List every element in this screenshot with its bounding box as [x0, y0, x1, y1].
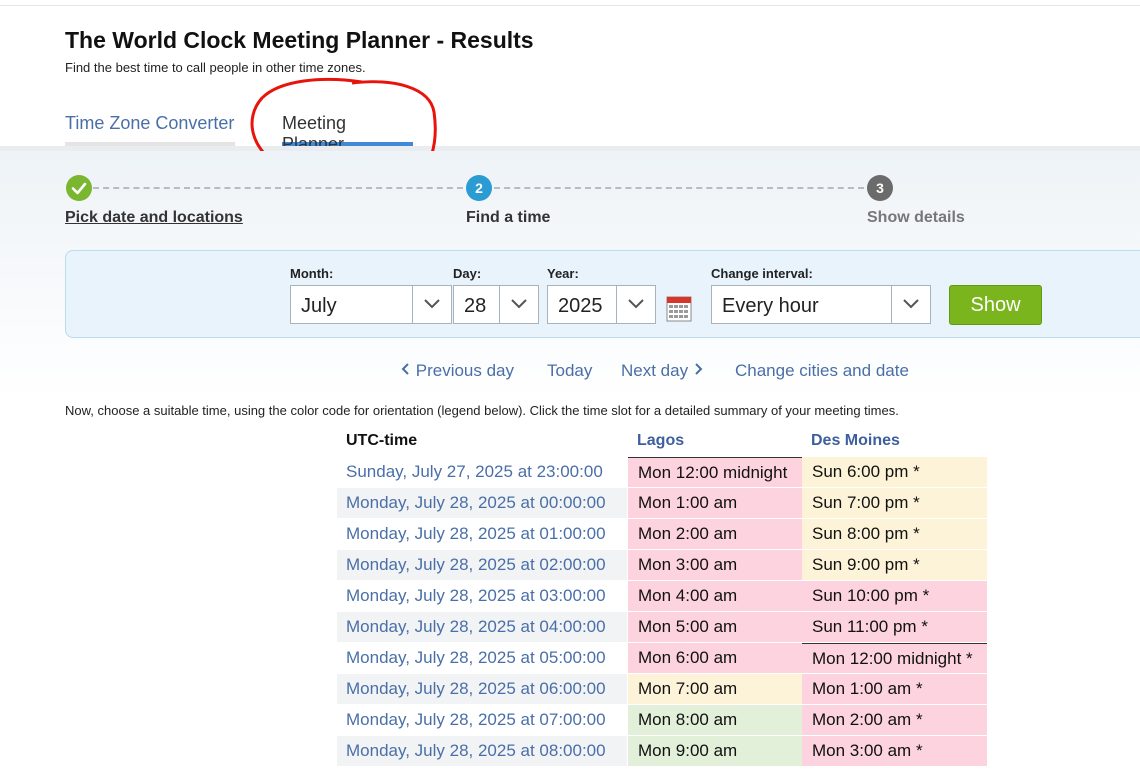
previous-day-link[interactable]: Previous day [401, 361, 514, 381]
lagos-time-cell[interactable]: Mon 5:00 am [628, 612, 802, 642]
month-value: July [301, 295, 337, 317]
lagos-time-cell[interactable]: Mon 8:00 am [628, 705, 802, 735]
tab-bar: Time Zone Converter Meeting Planner [0, 100, 1140, 154]
tab-time-zone-converter[interactable]: Time Zone Converter [65, 113, 235, 146]
table-row[interactable]: Monday, July 28, 2025 at 03:00:00 Mon 4:… [337, 581, 987, 612]
previous-day-label: Previous day [415, 361, 515, 380]
utc-time-link[interactable]: Monday, July 28, 2025 at 04:00:00 [337, 612, 627, 642]
table-row[interactable]: Sunday, July 27, 2025 at 23:00:00 Mon 12… [337, 457, 987, 488]
chevron-right-icon [693, 361, 703, 380]
des-moines-time-cell[interactable]: Mon 1:00 am * [802, 674, 987, 704]
table-row[interactable]: Monday, July 28, 2025 at 05:00:00 Mon 6:… [337, 643, 987, 674]
des-moines-column-header[interactable]: Des Moines [811, 432, 900, 450]
utc-time-link[interactable]: Monday, July 28, 2025 at 05:00:00 [337, 643, 627, 673]
change-cities-link[interactable]: Change cities and date [735, 361, 909, 381]
lagos-column-header[interactable]: Lagos [637, 432, 684, 450]
table-row[interactable]: Monday, July 28, 2025 at 01:00:00 Mon 2:… [337, 519, 987, 550]
step-1-done [66, 175, 92, 201]
lagos-time-cell[interactable]: Mon 7:00 am [628, 674, 802, 704]
tab-meeting-planner[interactable]: Meeting Planner [282, 113, 413, 154]
show-button[interactable]: Show [949, 285, 1042, 325]
table-row[interactable]: Monday, July 28, 2025 at 08:00:00 Mon 9:… [337, 736, 987, 767]
lagos-time-cell[interactable]: Mon 12:00 midnight [628, 457, 802, 487]
des-moines-time-cell[interactable]: Mon 3:00 am * [802, 736, 987, 766]
table-row[interactable]: Monday, July 28, 2025 at 06:00:00 Mon 7:… [337, 674, 987, 705]
utc-column-header: UTC-time [346, 432, 418, 449]
utc-time-link[interactable]: Monday, July 28, 2025 at 01:00:00 [337, 519, 627, 549]
des-moines-time-cell[interactable]: Sun 8:00 pm * [802, 519, 987, 549]
step-connector [494, 187, 864, 189]
lagos-time-cell[interactable]: Mon 2:00 am [628, 519, 802, 549]
table-row[interactable]: Monday, July 28, 2025 at 07:00:00 Mon 8:… [337, 705, 987, 736]
lagos-time-cell[interactable]: Mon 4:00 am [628, 581, 802, 611]
des-moines-time-cell[interactable]: Mon 12:00 midnight * [802, 643, 987, 673]
interval-value: Every hour [722, 295, 819, 317]
year-value: 2025 [558, 295, 603, 317]
step-1-link[interactable]: Pick date and locations [65, 209, 243, 227]
lagos-time-cell[interactable]: Mon 3:00 am [628, 550, 802, 580]
calendar-icon[interactable] [666, 296, 692, 322]
day-label: Day: [453, 266, 482, 281]
des-moines-time-cell[interactable]: Sun 10:00 pm * [802, 581, 987, 611]
utc-time-link[interactable]: Monday, July 28, 2025 at 02:00:00 [337, 550, 627, 580]
chevron-down-icon[interactable] [412, 286, 451, 323]
day-select[interactable]: 28 [453, 285, 539, 324]
page-title: The World Clock Meeting Planner - Result… [65, 27, 534, 53]
lagos-time-cell[interactable]: Mon 9:00 am [628, 736, 802, 766]
des-moines-time-cell[interactable]: Sun 6:00 pm * [802, 457, 987, 487]
year-select[interactable]: 2025 [547, 285, 656, 324]
utc-time-link[interactable]: Monday, July 28, 2025 at 00:00:00 [337, 488, 627, 518]
step-3-circle: 3 [867, 175, 893, 201]
table-row[interactable]: Monday, July 28, 2025 at 00:00:00 Mon 1:… [337, 488, 987, 519]
step-connector [93, 187, 463, 189]
lagos-time-cell[interactable]: Mon 1:00 am [628, 488, 802, 518]
utc-time-link[interactable]: Sunday, July 27, 2025 at 23:00:00 [337, 457, 627, 487]
des-moines-time-cell[interactable]: Sun 11:00 pm * [802, 612, 987, 642]
check-icon [66, 182, 92, 204]
utc-time-link[interactable]: Monday, July 28, 2025 at 07:00:00 [337, 705, 627, 735]
step-2-circle: 2 [466, 175, 492, 201]
des-moines-time-cell[interactable]: Sun 7:00 pm * [802, 488, 987, 518]
year-label: Year: [547, 266, 579, 281]
today-link[interactable]: Today [547, 361, 592, 381]
step-2-label: Find a time [466, 209, 551, 226]
browser-top-edge [0, 0, 1140, 6]
next-day-label: Next day [621, 361, 689, 380]
interval-select[interactable]: Every hour [711, 285, 931, 324]
chevron-down-icon[interactable] [616, 286, 655, 323]
instructions-text: Now, choose a suitable time, using the c… [65, 403, 899, 418]
lagos-time-cell[interactable]: Mon 6:00 am [628, 643, 802, 673]
utc-time-link[interactable]: Monday, July 28, 2025 at 08:00:00 [337, 736, 627, 766]
month-label: Month: [290, 266, 334, 281]
step-3-label: Show details [867, 209, 965, 226]
chevron-down-icon[interactable] [499, 286, 538, 323]
month-select[interactable]: July [290, 285, 452, 324]
page-subtitle: Find the best time to call people in oth… [65, 60, 366, 75]
day-value: 28 [464, 295, 487, 317]
chevron-left-icon [401, 361, 416, 380]
utc-time-link[interactable]: Monday, July 28, 2025 at 03:00:00 [337, 581, 627, 611]
table-row[interactable]: Monday, July 28, 2025 at 04:00:00 Mon 5:… [337, 612, 987, 643]
utc-time-link[interactable]: Monday, July 28, 2025 at 06:00:00 [337, 674, 627, 704]
next-day-link[interactable]: Next day [621, 361, 703, 381]
interval-label: Change interval: [711, 266, 813, 281]
chevron-down-icon[interactable] [891, 286, 930, 323]
des-moines-time-cell[interactable]: Mon 2:00 am * [802, 705, 987, 735]
des-moines-time-cell[interactable]: Sun 9:00 pm * [802, 550, 987, 580]
table-row[interactable]: Monday, July 28, 2025 at 02:00:00 Mon 3:… [337, 550, 987, 581]
